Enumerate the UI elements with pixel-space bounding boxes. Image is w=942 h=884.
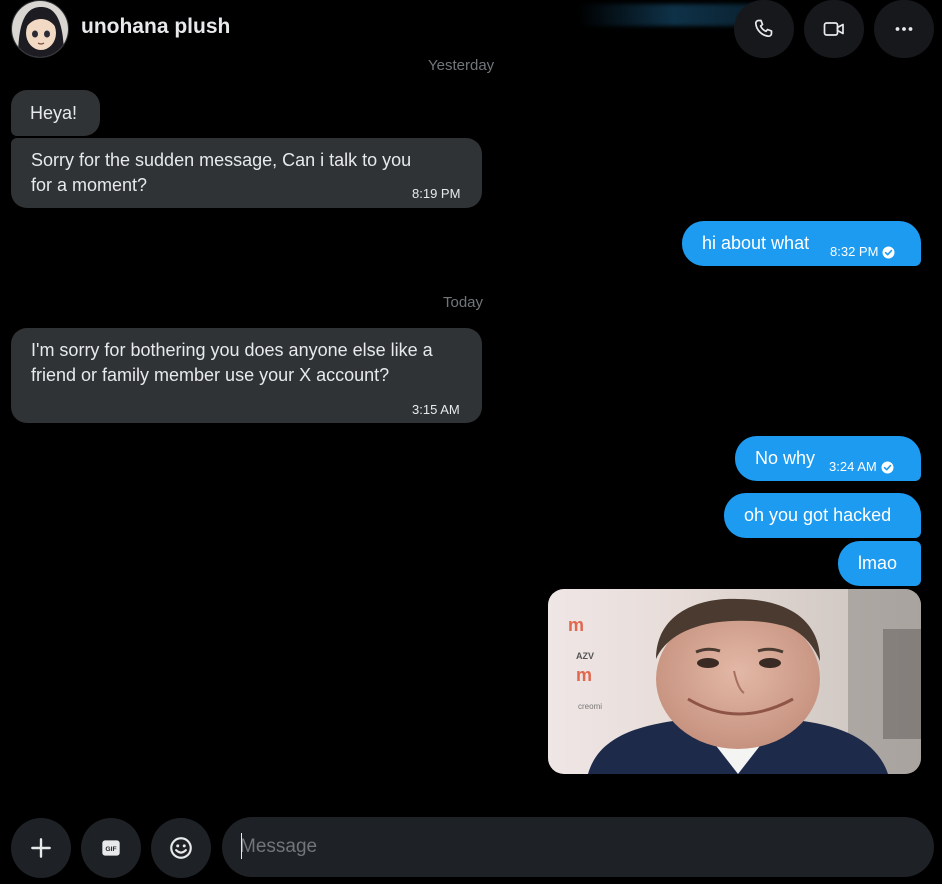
text-caret xyxy=(241,833,242,859)
message-timestamp: 8:32 PM xyxy=(830,244,879,259)
date-divider-yesterday: Yesterday xyxy=(428,57,495,74)
more-icon xyxy=(895,27,913,31)
message-text-line: Sorry for the sudden message, Can i talk… xyxy=(31,150,412,170)
svg-text:m: m xyxy=(576,665,592,685)
phone-icon xyxy=(754,19,773,38)
voice-call-button[interactable] xyxy=(734,0,794,58)
gif-icon: GIF xyxy=(102,840,120,856)
add-media-button[interactable] xyxy=(11,818,71,878)
message-input[interactable] xyxy=(240,817,920,877)
plus-icon xyxy=(31,838,51,858)
message-text: oh you got hacked xyxy=(744,505,892,525)
gif-button[interactable]: GIF xyxy=(81,818,141,878)
message-text-line: friend or family member use your X accou… xyxy=(31,365,390,385)
read-check-icon xyxy=(882,246,895,259)
svg-text:m: m xyxy=(568,615,584,635)
more-options-button[interactable] xyxy=(874,0,934,58)
message-incoming[interactable]: Heya! xyxy=(11,90,100,136)
message-timestamp: 8:19 PM xyxy=(412,186,461,201)
message-text-line: for a moment? xyxy=(31,175,148,195)
message-outgoing[interactable]: hi about what 8:32 PM xyxy=(682,221,921,266)
avatar[interactable] xyxy=(11,0,69,58)
svg-text:AZV: AZV xyxy=(576,651,594,661)
message-meta: 3:24 AM xyxy=(829,454,894,479)
video-call-button[interactable] xyxy=(804,0,864,58)
message-timestamp: 3:24 AM xyxy=(829,459,877,474)
date-divider-today: Today xyxy=(443,294,484,311)
message-text: Heya! xyxy=(30,103,78,123)
message-meta: 8:32 PM xyxy=(830,239,895,264)
message-text: No why xyxy=(755,448,816,468)
message-outgoing[interactable]: oh you got hacked xyxy=(724,493,921,538)
message-outgoing[interactable]: No why 3:24 AM xyxy=(735,436,921,481)
svg-text:creomi: creomi xyxy=(578,702,602,711)
message-timestamp: 3:15 AM xyxy=(412,402,460,417)
emoji-icon xyxy=(170,837,192,859)
message-text: lmao xyxy=(858,553,898,573)
photo-thumbnail: m AZV m creomi xyxy=(548,589,921,774)
message-incoming[interactable]: I'm sorry for bothering you does anyone … xyxy=(11,328,482,423)
image-message[interactable]: m AZV m creomi xyxy=(548,589,921,774)
message-text: hi about what xyxy=(702,233,810,253)
message-text-line: I'm sorry for bothering you does anyone … xyxy=(31,340,433,360)
svg-text:GIF: GIF xyxy=(105,846,116,853)
emoji-button[interactable] xyxy=(151,818,211,878)
conversation-header: unohana plush xyxy=(0,0,942,60)
message-outgoing[interactable]: lmao xyxy=(838,541,921,586)
read-check-icon xyxy=(881,461,894,474)
message-composer xyxy=(222,817,934,877)
video-camera-icon xyxy=(823,22,844,36)
conversation-title: unohana plush xyxy=(81,15,231,38)
avatar-image xyxy=(12,1,68,57)
message-incoming[interactable]: Sorry for the sudden message, Can i talk… xyxy=(11,138,482,208)
